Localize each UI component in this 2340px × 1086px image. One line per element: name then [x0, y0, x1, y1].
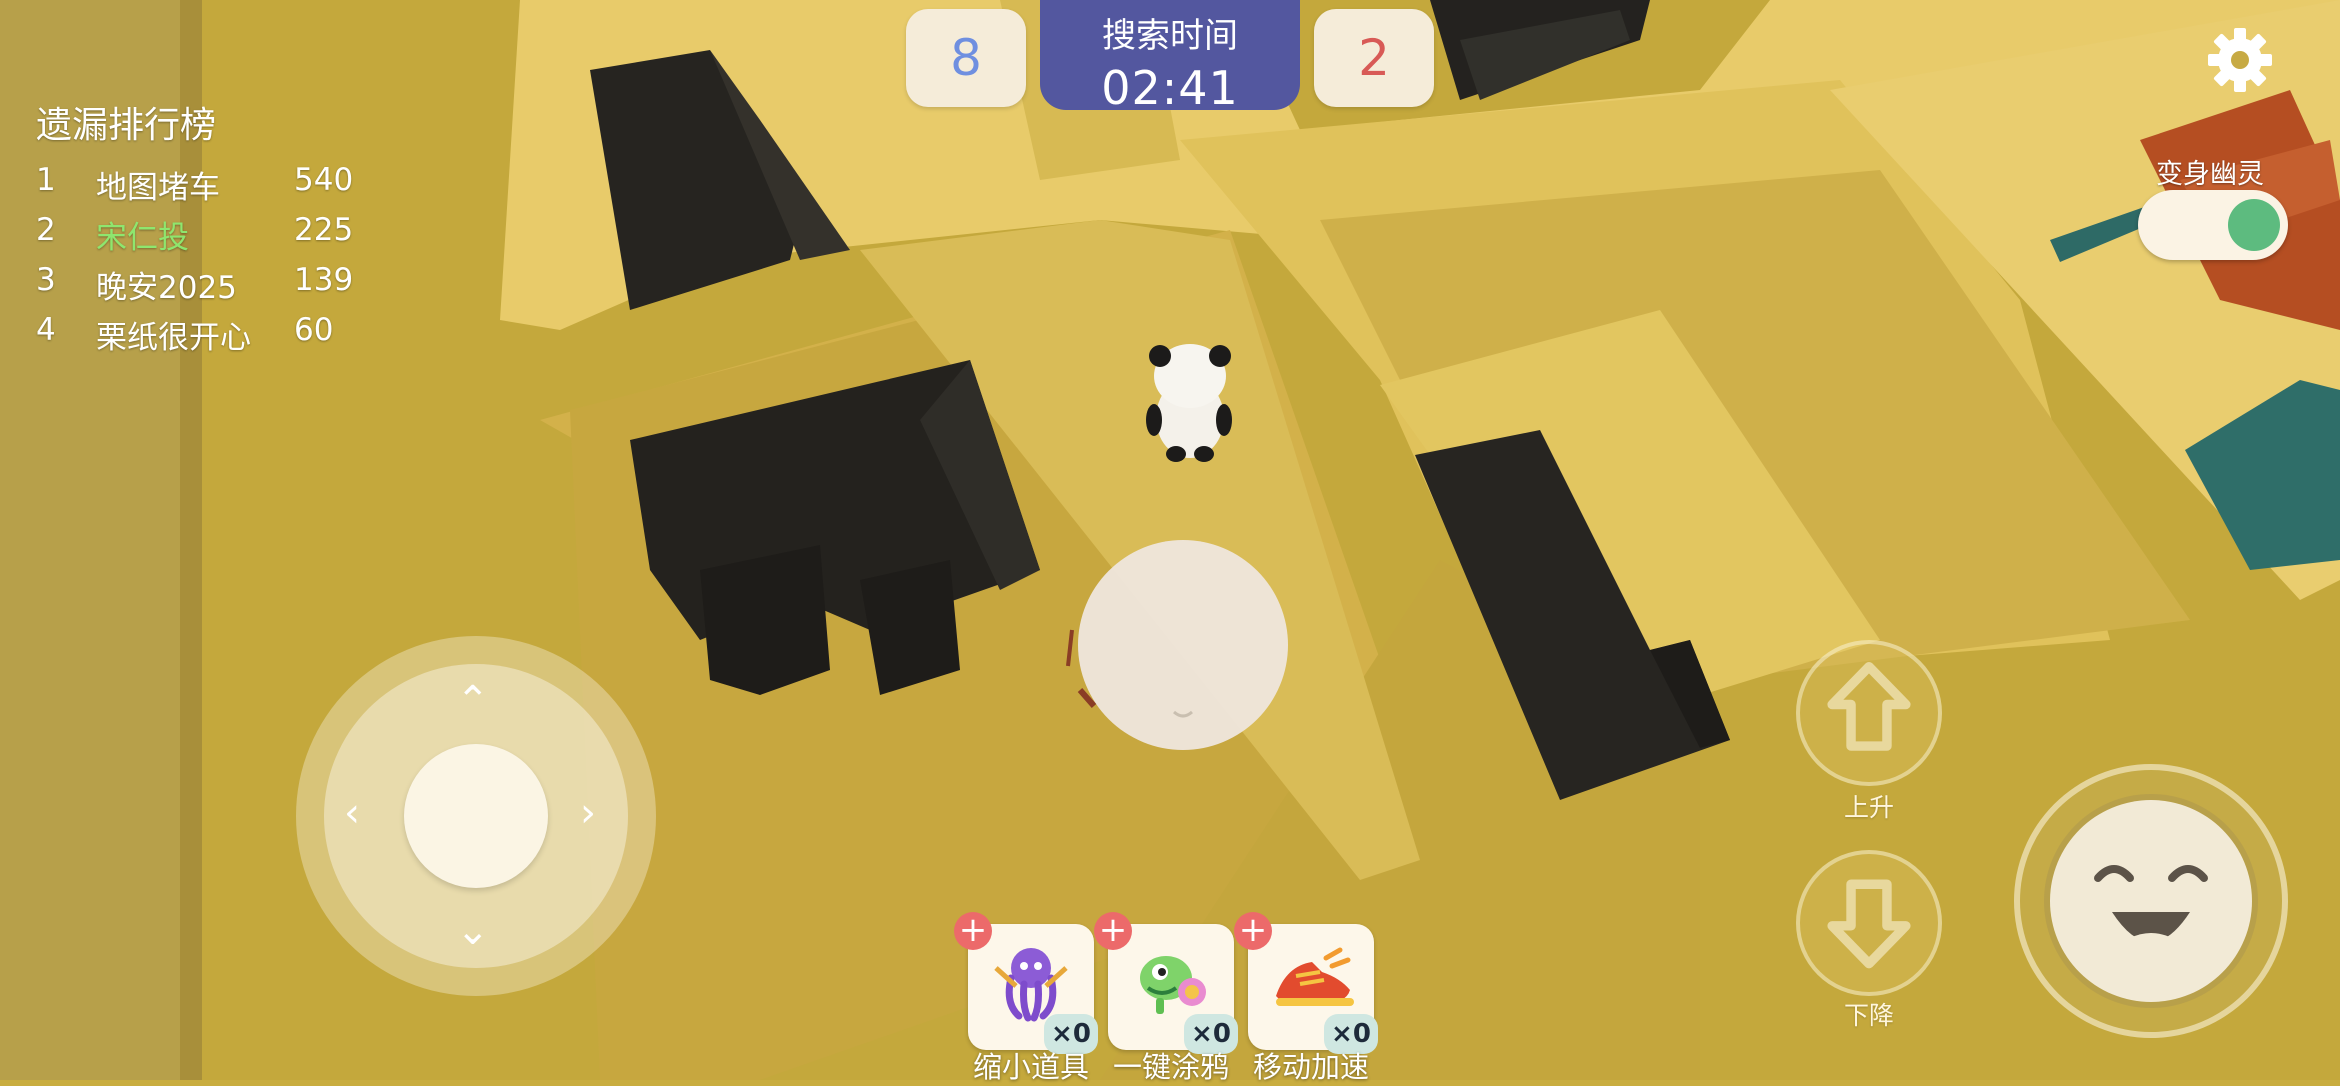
leaderboard-title: 遗漏排行榜 — [36, 105, 217, 146]
chevron-up-icon: ⌃ — [456, 678, 490, 724]
leaderboard-rank: 4 — [36, 312, 56, 348]
emote-button[interactable] — [2014, 764, 2288, 1038]
leaderboard-row: 1 地图堵车 540 — [36, 162, 353, 212]
arrow-down-icon — [1827, 879, 1911, 969]
leaderboard-name: 地图堵车 — [96, 170, 220, 206]
joystick-knob[interactable] — [404, 744, 548, 888]
leaderboard-name: 晚安2025 — [96, 270, 237, 306]
leaderboard-row: 4 栗纸很开心 60 — [36, 312, 333, 362]
leaderboard-score: 60 — [294, 312, 334, 348]
leaderboard-row-self: 2 宋仁投 225 — [36, 212, 353, 262]
leaderboard-rank: 3 — [36, 262, 56, 298]
arrow-up-icon — [1827, 661, 1911, 751]
leaderboard-score: 225 — [294, 212, 354, 248]
ascend-label: 上升 — [1843, 793, 1894, 822]
add-item-button[interactable]: + — [954, 912, 992, 950]
ascend-button[interactable] — [1796, 640, 1942, 786]
item-card-speed[interactable]: + ×0 — [1234, 912, 1378, 1054]
team-left-score: 8 — [906, 9, 1026, 107]
chevron-down-icon: ⌄ — [456, 908, 490, 954]
add-item-button[interactable]: + — [1094, 912, 1132, 950]
leaderboard-row: 3 晚安2025 139 — [36, 262, 353, 312]
movement-joystick[interactable]: ⌃ ⌄ ‹ › — [296, 636, 656, 996]
item-card-shrink[interactable]: + ×0 — [954, 912, 1098, 1054]
timer-label: 搜索时间 — [1102, 16, 1238, 56]
leaderboard-score: 540 — [294, 162, 354, 198]
smiley-face-icon — [2050, 800, 2252, 1002]
chevron-right-icon: › — [580, 790, 596, 836]
leaderboard-score: 139 — [294, 262, 354, 298]
ghost-toggle[interactable] — [2138, 190, 2288, 260]
add-item-button[interactable]: + — [1234, 912, 1272, 950]
toggle-knob — [2228, 199, 2280, 251]
ghost-toggle-label: 变身幽灵 — [2156, 159, 2264, 190]
leaderboard-name: 宋仁投 — [96, 220, 189, 256]
leaderboard-rank: 2 — [36, 212, 56, 248]
descend-label: 下降 — [1843, 1001, 1894, 1030]
timer-value: 02:41 — [1101, 61, 1239, 115]
chevron-left-icon: ‹ — [344, 790, 360, 836]
item-card-doodle[interactable]: + ×0 — [1094, 912, 1238, 1054]
leaderboard-name: 栗纸很开心 — [96, 320, 251, 356]
leaderboard: 遗漏排行榜 1 地图堵车 540 2 宋仁投 225 3 晚安2025 139 … — [36, 96, 353, 362]
leaderboard-rank: 1 — [36, 162, 56, 198]
settings-button[interactable] — [2204, 24, 2276, 96]
descend-button[interactable] — [1796, 850, 1942, 996]
gear-icon — [2208, 28, 2272, 92]
search-timer: 搜索时间 02:41 — [1040, 0, 1300, 115]
team-right-score: 2 — [1314, 9, 1434, 107]
